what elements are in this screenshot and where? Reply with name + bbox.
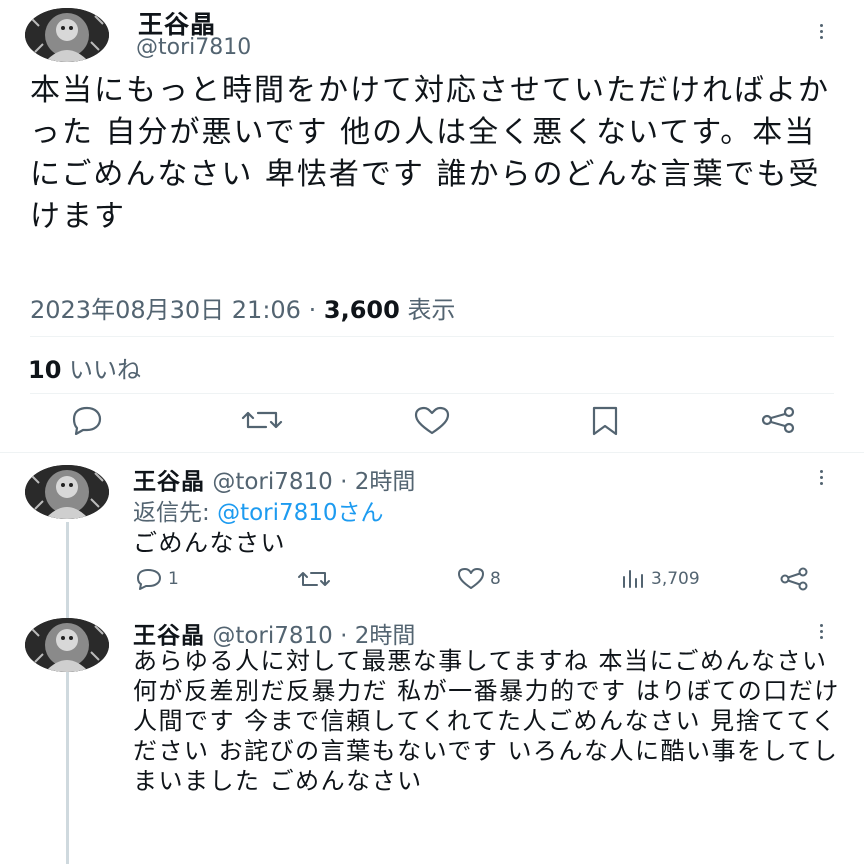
reply-icon — [72, 406, 102, 435]
more-icon[interactable] — [817, 24, 825, 39]
views-count: 3,600 — [323, 296, 400, 324]
replying-prefix: 返信先: — [133, 500, 210, 526]
author-handle[interactable]: @tori7810 — [136, 35, 251, 60]
share-button[interactable] — [758, 405, 798, 435]
likes-summary[interactable]: 10 いいね — [28, 350, 141, 385]
likes-label: いいね — [69, 356, 142, 384]
reply-avatar[interactable] — [25, 465, 109, 519]
tweet-text: 本当にもっと時間をかけて対応させていただければよかった 自分が悪いです 他の人は… — [30, 73, 830, 234]
tweet-meta: 2023年08月30日 21:06 · 3,600 表示 — [30, 290, 455, 325]
reply-author-handle[interactable]: @tori7810 — [212, 469, 332, 495]
retweet-button[interactable] — [240, 405, 284, 435]
view-count: 3,709 — [651, 569, 700, 589]
more-icon[interactable] — [817, 624, 825, 639]
divider — [0, 452, 864, 453]
reply-icon — [137, 569, 161, 590]
reply-header: 王谷晶 @tori7810 · 2時間 — [133, 616, 415, 650]
reply-text: ごめんなさい — [133, 529, 286, 557]
retweet-icon — [241, 411, 283, 429]
replying-to: 返信先: @tori7810さん — [133, 493, 384, 527]
reply-button[interactable] — [66, 405, 106, 435]
reply-button[interactable]: 1 — [133, 567, 179, 591]
replying-to-link[interactable]: @tori7810さん — [217, 500, 383, 526]
like-button[interactable]: 8 — [455, 567, 501, 591]
avatar-image — [25, 8, 109, 62]
author-avatar[interactable] — [25, 8, 109, 62]
heart-icon — [414, 406, 450, 435]
bookmark-button[interactable] — [590, 405, 620, 437]
share-icon — [761, 406, 795, 434]
reply-author-name[interactable]: 王谷晶 — [133, 469, 205, 495]
divider — [30, 393, 834, 394]
thread-line — [66, 522, 69, 864]
reply-time[interactable]: · 2時間 — [340, 469, 415, 495]
heart-icon — [458, 568, 484, 589]
share-icon — [780, 567, 808, 591]
divider — [30, 336, 834, 337]
retweet-button[interactable] — [296, 567, 332, 591]
reply-avatar[interactable] — [25, 618, 109, 672]
meta-separator: · — [308, 296, 317, 324]
retweet-icon — [298, 572, 330, 586]
like-button[interactable] — [412, 406, 452, 436]
likes-count: 10 — [28, 356, 62, 384]
more-icon[interactable] — [817, 470, 825, 485]
avatar-image — [25, 465, 109, 519]
reply-header: 王谷晶 @tori7810 · 2時間 — [133, 462, 415, 496]
avatar-image — [25, 618, 109, 672]
tweet-timestamp[interactable]: 2023年08月30日 21:06 — [30, 296, 301, 324]
like-count: 8 — [490, 569, 501, 589]
share-button[interactable] — [778, 567, 810, 591]
views-button[interactable]: 3,709 — [620, 567, 700, 591]
views-icon — [623, 570, 643, 588]
reply-count: 1 — [168, 569, 179, 589]
views-label: 表示 — [407, 296, 456, 324]
reply-text: あらゆる人に対して最悪な事してますね 本当にごめんなさい 何が反差別だ反暴力だ … — [133, 647, 840, 795]
bookmark-icon — [592, 406, 618, 436]
